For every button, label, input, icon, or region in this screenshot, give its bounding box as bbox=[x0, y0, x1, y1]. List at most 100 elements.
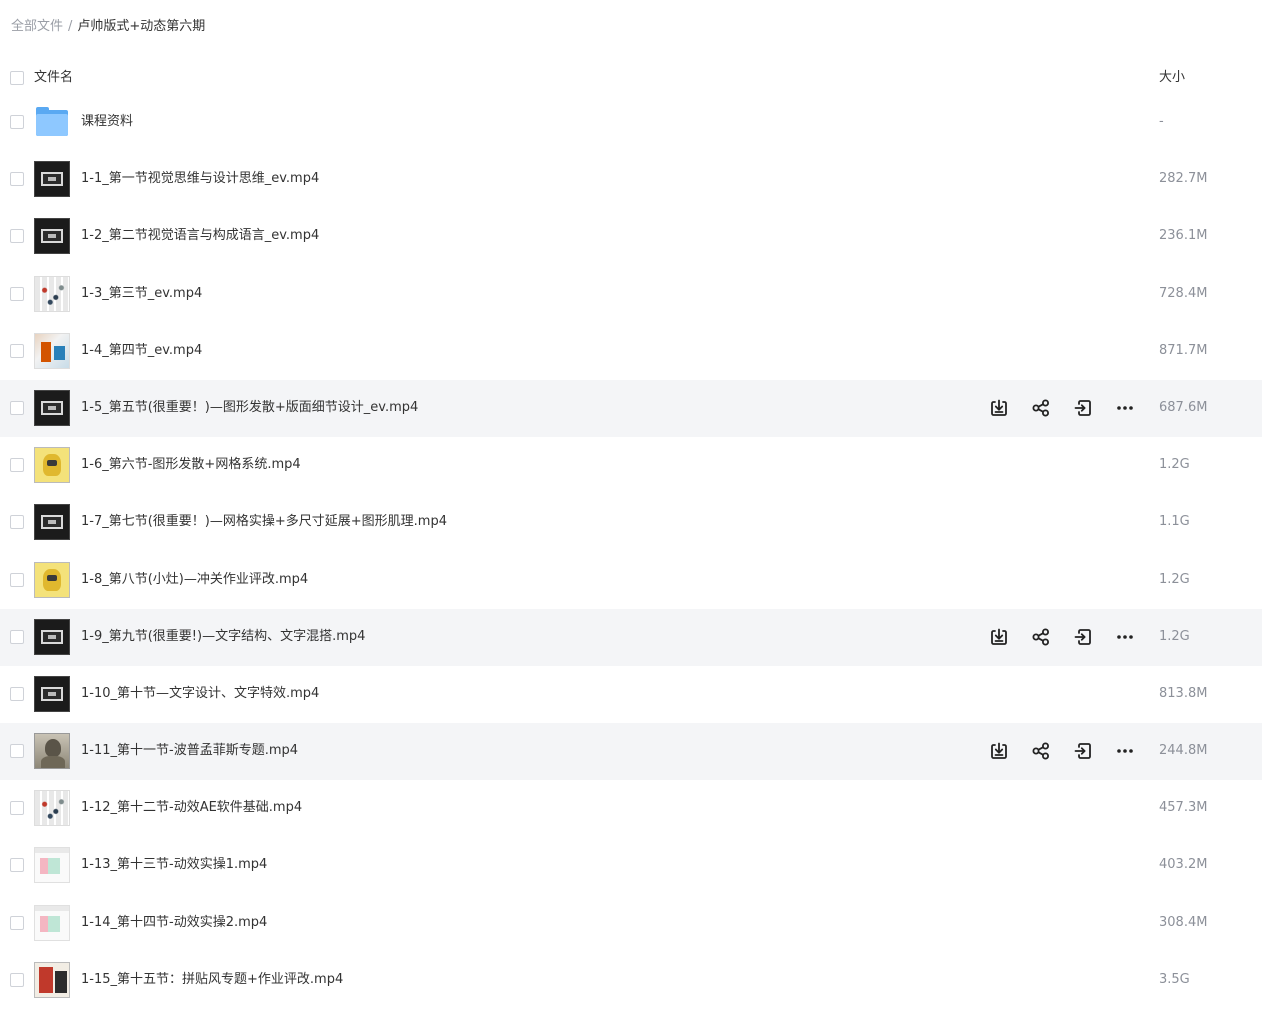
file-row[interactable]: 1-14_第十四节-动效实操2.mp4 308.4M bbox=[0, 895, 1262, 952]
file-list: 课程资料 - 1-1_第一节视觉思维与设计思维_ev.mp4 282.7M 1-2_第二… bbox=[0, 94, 1262, 1009]
breadcrumb-root-link[interactable]: 全部文件 bbox=[11, 19, 63, 34]
file-size: 244.8M bbox=[1159, 743, 1208, 759]
video-thumbnail[interactable] bbox=[34, 847, 70, 884]
file-row[interactable]: 1-2_第二节视觉语言与构成语言_ev.mp4 236.1M bbox=[0, 208, 1262, 265]
row-checkbox[interactable] bbox=[10, 515, 24, 530]
more-button[interactable] bbox=[1114, 626, 1136, 648]
video-thumbnail[interactable] bbox=[34, 275, 70, 312]
breadcrumb-current-folder: 卢帅版式+动态第六期 bbox=[77, 19, 206, 34]
file-name[interactable]: 1-4_第四节_ev.mp4 bbox=[81, 341, 202, 361]
video-thumbnail[interactable] bbox=[34, 618, 70, 655]
file-name[interactable]: 1-5_第五节(很重要！)—图形发散+版面细节设计_ev.mp4 bbox=[81, 398, 418, 418]
file-name[interactable]: 1-3_第三节_ev.mp4 bbox=[81, 284, 202, 304]
folder-name[interactable]: 课程资料 bbox=[81, 112, 133, 132]
file-row[interactable]: 1-1_第一节视觉思维与设计思维_ev.mp4 282.7M bbox=[0, 151, 1262, 208]
download-button[interactable] bbox=[988, 740, 1010, 762]
video-thumbnail[interactable] bbox=[34, 675, 70, 712]
more-icon bbox=[1115, 741, 1135, 761]
download-button[interactable] bbox=[988, 626, 1010, 648]
column-header-size[interactable]: 大小 bbox=[1159, 68, 1185, 88]
share-icon bbox=[1031, 398, 1051, 418]
file-name[interactable]: 1-7_第七节(很重要！)—网格实操+多尺寸延展+图形肌理.mp4 bbox=[81, 512, 447, 532]
file-row[interactable]: 1-7_第七节(很重要！)—网格实操+多尺寸延展+图形肌理.mp4 1.1G bbox=[0, 494, 1262, 551]
file-name[interactable]: 1-10_第十节—文字设计、文字特效.mp4 bbox=[81, 684, 319, 704]
file-name[interactable]: 1-6_第六节-图形发散+网格系统.mp4 bbox=[81, 455, 301, 475]
file-name[interactable]: 1-15_第十五节：拼贴风专题+作业评改.mp4 bbox=[81, 970, 343, 990]
more-icon bbox=[1115, 627, 1135, 647]
video-thumbnail[interactable] bbox=[34, 447, 70, 484]
row-checkbox[interactable] bbox=[10, 172, 24, 187]
file-size: 236.1M bbox=[1159, 228, 1208, 244]
video-thumbnail[interactable] bbox=[34, 733, 70, 770]
file-row[interactable]: 1-6_第六节-图形发散+网格系统.mp4 1.2G bbox=[0, 437, 1262, 494]
file-row[interactable]: 1-8_第八节(小灶)—冲关作业评改.mp4 1.2G bbox=[0, 552, 1262, 609]
move-to-icon bbox=[1073, 627, 1093, 647]
file-size: 403.2M bbox=[1159, 857, 1208, 873]
download-icon bbox=[989, 741, 1009, 761]
move-to-button[interactable] bbox=[1072, 397, 1094, 419]
share-button[interactable] bbox=[1030, 626, 1052, 648]
file-name[interactable]: 1-8_第八节(小灶)—冲关作业评改.mp4 bbox=[81, 570, 308, 590]
share-button[interactable] bbox=[1030, 740, 1052, 762]
video-thumbnail[interactable] bbox=[34, 332, 70, 369]
file-name[interactable]: 1-13_第十三节-动效实操1.mp4 bbox=[81, 855, 267, 875]
row-checkbox[interactable] bbox=[10, 915, 24, 930]
column-header-name[interactable]: 文件名 bbox=[34, 68, 73, 88]
row-checkbox[interactable] bbox=[10, 572, 24, 587]
file-row[interactable]: 1-9_第九节(很重要!)—文字结构、文字混搭.mp4 1.2G bbox=[0, 608, 1262, 666]
row-checkbox[interactable] bbox=[10, 229, 24, 244]
file-name[interactable]: 1-12_第十二节-动效AE软件基础.mp4 bbox=[81, 798, 302, 818]
share-icon bbox=[1031, 627, 1051, 647]
select-all-checkbox[interactable] bbox=[10, 71, 24, 85]
file-row[interactable]: 1-5_第五节(很重要！)—图形发散+版面细节设计_ev.mp4 687.6M bbox=[0, 379, 1262, 438]
move-to-icon bbox=[1073, 398, 1093, 418]
file-row[interactable]: 1-13_第十三节-动效实操1.mp4 403.2M bbox=[0, 837, 1262, 894]
row-checkbox[interactable] bbox=[10, 115, 24, 129]
row-checkbox[interactable] bbox=[10, 343, 24, 358]
video-thumbnail[interactable] bbox=[34, 561, 70, 598]
more-button[interactable] bbox=[1114, 397, 1136, 419]
row-checkbox[interactable] bbox=[10, 858, 24, 873]
file-name[interactable]: 1-14_第十四节-动效实操2.mp4 bbox=[81, 913, 267, 933]
video-thumbnail[interactable] bbox=[34, 389, 70, 426]
folder-row[interactable]: 课程资料 - bbox=[0, 94, 1262, 151]
move-to-button[interactable] bbox=[1072, 626, 1094, 648]
row-checkbox[interactable] bbox=[10, 801, 24, 816]
row-checkbox[interactable] bbox=[10, 458, 24, 473]
file-row[interactable]: 1-11_第十一节-波普孟菲斯专题.mp4 244.8M bbox=[0, 723, 1262, 781]
download-icon bbox=[989, 627, 1009, 647]
breadcrumb-separator: / bbox=[68, 19, 73, 34]
file-row[interactable]: 1-10_第十节—文字设计、文字特效.mp4 813.8M bbox=[0, 666, 1262, 723]
row-checkbox[interactable] bbox=[10, 744, 24, 759]
file-row[interactable]: 1-4_第四节_ev.mp4 871.7M bbox=[0, 323, 1262, 380]
move-to-button[interactable] bbox=[1072, 740, 1094, 762]
video-thumbnail[interactable] bbox=[34, 904, 70, 941]
file-size: 1.2G bbox=[1159, 628, 1190, 644]
more-button[interactable] bbox=[1114, 740, 1136, 762]
video-thumbnail[interactable] bbox=[34, 961, 70, 998]
row-checkbox[interactable] bbox=[10, 629, 24, 644]
file-name[interactable]: 1-1_第一节视觉思维与设计思维_ev.mp4 bbox=[81, 169, 319, 189]
file-row[interactable]: 1-3_第三节_ev.mp4 728.4M bbox=[0, 266, 1262, 323]
video-thumbnail[interactable] bbox=[34, 504, 70, 541]
file-name[interactable]: 1-9_第九节(很重要!)—文字结构、文字混搭.mp4 bbox=[81, 627, 365, 647]
row-checkbox[interactable] bbox=[10, 286, 24, 301]
video-thumbnail[interactable] bbox=[34, 790, 70, 827]
file-row[interactable]: 1-15_第十五节：拼贴风专题+作业评改.mp4 3.5G bbox=[0, 952, 1262, 1009]
share-button[interactable] bbox=[1030, 397, 1052, 419]
file-name[interactable]: 1-11_第十一节-波普孟菲斯专题.mp4 bbox=[81, 741, 298, 761]
more-icon bbox=[1115, 398, 1135, 418]
video-thumbnail[interactable] bbox=[34, 161, 70, 198]
row-checkbox[interactable] bbox=[10, 686, 24, 701]
row-checkbox[interactable] bbox=[10, 972, 24, 987]
file-size: 813.8M bbox=[1159, 685, 1208, 701]
row-checkbox[interactable] bbox=[10, 400, 24, 415]
file-row[interactable]: 1-12_第十二节-动效AE软件基础.mp4 457.3M bbox=[0, 780, 1262, 837]
download-button[interactable] bbox=[988, 397, 1010, 419]
file-size: 282.7M bbox=[1159, 171, 1208, 187]
folder-icon[interactable] bbox=[34, 104, 70, 140]
file-name[interactable]: 1-2_第二节视觉语言与构成语言_ev.mp4 bbox=[81, 226, 319, 246]
file-size: 1.2G bbox=[1159, 457, 1190, 473]
video-thumbnail[interactable] bbox=[34, 218, 70, 255]
download-icon bbox=[989, 398, 1009, 418]
